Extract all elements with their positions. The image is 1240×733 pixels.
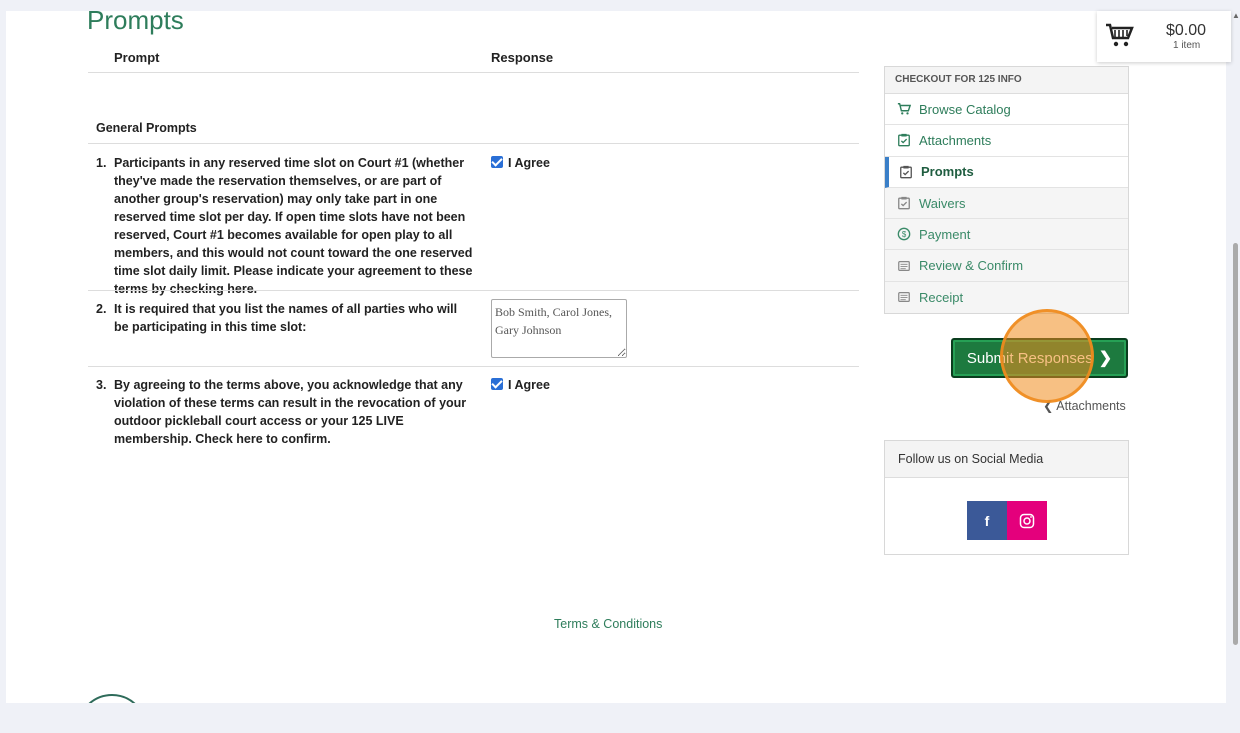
cart-icon xyxy=(897,102,912,116)
prompts-table: Prompt Response General Prompts 1. Parti… xyxy=(88,47,859,446)
sidebar-item-label: Waivers xyxy=(919,195,966,211)
receipt-icon xyxy=(897,290,911,304)
sidebar-item-payment[interactable]: $ Payment xyxy=(885,219,1128,251)
sidebar-item-waivers[interactable]: Waivers xyxy=(885,187,1128,220)
sidebar-item-attachments[interactable]: Attachments xyxy=(885,125,1128,157)
agree-label: I Agree xyxy=(508,378,550,392)
sidebar-item-label: Receipt xyxy=(919,289,964,305)
clipboard-check-icon xyxy=(897,196,911,210)
sidebar-item-prompts[interactable]: Prompts xyxy=(885,156,1128,188)
social-header: Follow us on Social Media xyxy=(885,441,1128,478)
divider xyxy=(88,366,859,367)
divider xyxy=(88,143,859,144)
checkout-page: Prompts Prompt Response General Prompts … xyxy=(6,11,1226,703)
participants-textarea[interactable] xyxy=(491,299,627,358)
column-header-response: Response xyxy=(491,50,554,65)
svg-text:$: $ xyxy=(902,230,907,239)
sidebar-item-label: Review & Confirm xyxy=(919,258,1024,274)
checkout-sidebar: CHECKOUT FOR 125 INFO Browse Catalog Att… xyxy=(884,66,1129,315)
click-highlight xyxy=(1000,309,1094,403)
cart-icon xyxy=(1105,23,1135,49)
sidebar-item-review-confirm[interactable]: Review & Confirm xyxy=(885,250,1128,282)
prompt-number: 2. xyxy=(96,302,107,316)
clipboard-check-icon xyxy=(899,165,913,179)
prompt-text: It is required that you list the names o… xyxy=(114,302,458,334)
instagram-icon[interactable] xyxy=(1007,501,1047,540)
sidebar-header: CHECKOUT FOR 125 INFO xyxy=(885,67,1128,94)
agree-checkbox[interactable]: I Agree xyxy=(491,376,550,394)
facebook-icon[interactable]: f xyxy=(967,501,1007,540)
logo xyxy=(77,694,147,703)
dollar-circle-icon: $ xyxy=(897,227,911,241)
sidebar-item-label: Payment xyxy=(919,226,971,242)
cart-amount: $0.00 xyxy=(1166,22,1207,39)
prompt-text: By agreeing to the terms above, you ackn… xyxy=(114,378,467,446)
agree-label: I Agree xyxy=(508,156,550,170)
group-title: General Prompts xyxy=(96,121,197,135)
column-header-prompt: Prompt xyxy=(114,50,160,65)
prompt-text: Participants in any reserved time slot o… xyxy=(114,156,473,296)
table-header: Prompt Response xyxy=(88,47,859,73)
sidebar-item-label: Attachments xyxy=(919,132,992,148)
facebook-letter: f xyxy=(984,512,990,529)
chevron-right-icon: ❯ xyxy=(1098,350,1113,367)
scroll-up-arrow-icon[interactable]: ▲ xyxy=(1232,11,1240,20)
sidebar-item-receipt[interactable]: Receipt xyxy=(885,281,1128,314)
sidebar-item-label: Browse Catalog xyxy=(919,101,1011,117)
checkbox-checked-icon[interactable] xyxy=(491,378,503,390)
page-title: Prompts xyxy=(87,11,184,35)
terms-conditions-link[interactable]: Terms & Conditions xyxy=(554,617,662,631)
back-link-label: Attachments xyxy=(1056,399,1126,413)
divider xyxy=(88,290,859,291)
cart-item-count: 1 item xyxy=(1173,40,1201,51)
prompt-number: 3. xyxy=(96,378,107,392)
prompt-number: 1. xyxy=(96,156,107,170)
receipt-icon xyxy=(897,259,911,273)
cart-summary[interactable]: $0.00 1 item xyxy=(1097,11,1231,62)
agree-checkbox[interactable]: I Agree xyxy=(491,154,550,172)
scrollbar-thumb[interactable] xyxy=(1233,243,1238,645)
sidebar-item-label: Prompts xyxy=(921,164,974,180)
clipboard-check-icon xyxy=(897,133,911,147)
checkbox-checked-icon[interactable] xyxy=(491,156,503,168)
response-cell xyxy=(491,299,627,363)
sidebar-item-browse-catalog[interactable]: Browse Catalog xyxy=(885,94,1128,126)
social-media-panel: Follow us on Social Media f xyxy=(884,440,1129,555)
